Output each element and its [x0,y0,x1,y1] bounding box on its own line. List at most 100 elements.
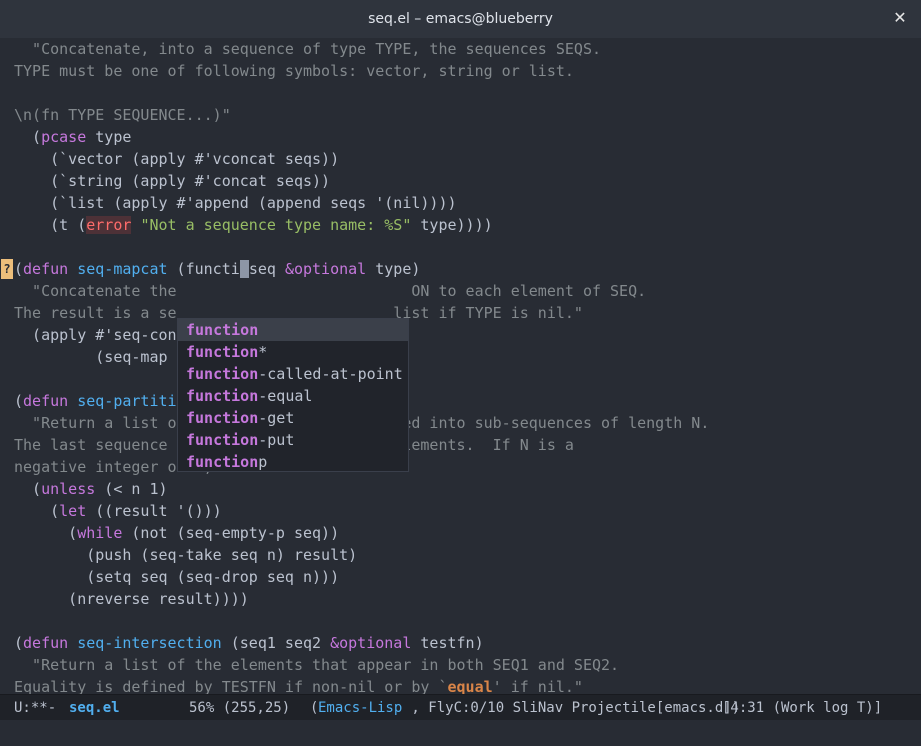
completion-item[interactable]: function-equal [178,385,408,407]
code-line: (defun seq-mapcat (functioseq &optional … [14,258,420,280]
code-line: (pcase type [14,126,131,148]
code-line: (let ((result '())) [14,500,222,522]
code-token: ( [14,524,78,542]
completion-item[interactable]: functionp [178,451,408,473]
code-token: (< n 1) [95,480,168,498]
code-token: (`vector (apply #'vconcat seqs)) [14,150,340,168]
completion-popup[interactable]: function function* function-called-at-poin… [177,318,409,472]
code-token: &optional [330,634,412,652]
code-line: TYPE must be one of following symbols: v… [14,60,574,82]
code-token: (setq seq (seq-drop seq n))) [14,568,340,586]
code-token: defun [23,260,69,278]
code-token: ( [14,128,42,146]
code-token: testfn) [411,634,484,652]
completion-match: function [186,321,259,339]
code-line: (seq-map [14,346,177,368]
code-token: type) [366,260,421,278]
code-token: ( [14,480,42,498]
code-token: seq-intersection [77,634,222,652]
completion-suffix: p [258,453,268,471]
completion-match: function [186,343,259,361]
code-token: ( [14,502,60,520]
code-token: seq-mapcat [77,260,168,278]
completion-match: function [186,431,259,449]
code-token: \n(fn TYPE SEQUENCE...)" [14,106,231,124]
minibuffer[interactable] [0,720,921,746]
completion-item[interactable]: function-called-at-point [178,363,408,385]
completion-item[interactable]: function-put [178,429,408,451]
completion-suffix: -called-at-point [258,365,403,383]
code-token: unless [41,480,96,498]
title-bar[interactable]: seq.el – emacs@blueberry ✕ [0,0,921,39]
code-line: (push (seq-take seq n) result) [14,544,357,566]
code-line: (while (not (seq-empty-p seq)) [14,522,339,544]
completion-item[interactable]: function-get [178,407,408,429]
modeline-minor-modes: , FlyC:0/10 SliNav Projectile[emacs.d]) [403,700,741,716]
modeline-state: U:**- [14,700,57,716]
completion-item[interactable]: function [178,319,408,341]
code-token: ' if nil." [492,678,583,694]
code-token: ((result '())) [86,502,222,520]
code-token: (`list (apply #'append (append seqs '(ni… [14,194,457,212]
completion-suffix: -get [258,409,295,427]
code-line: (defun seq-intersection (seq1 seq2 &opti… [14,632,484,654]
modeline-major-mode[interactable]: Emacs-Lisp [318,695,402,721]
code-line: (apply #'seq-con [14,324,177,346]
code-line: "Concatenate, into a sequence of type TY… [14,38,601,60]
code-token: ( [14,260,24,278]
code-token: &optional [284,260,367,278]
editor-buffer[interactable]: ? "Concatenate, into a sequence of type … [0,38,921,694]
code-token: "Not a sequence type name: %S" [140,216,412,234]
completion-item[interactable]: function* [178,341,408,363]
code-token: ( [14,392,24,410]
code-token: error [86,216,132,234]
code-token: (seq-map [14,348,177,366]
code-token: TYPE must be one of following symbols: v… [14,62,574,80]
code-token: pcase [41,128,87,146]
fringe-warning-icon: ? [1,259,13,279]
completion-match: function [186,387,259,405]
completion-suffix: * [258,343,268,361]
code-token: (seq1 seq2 [221,634,331,652]
code-line: (`string (apply #'concat seqs)) [14,170,330,192]
code-token: defun [23,634,69,652]
code-token: type [86,128,132,146]
mode-line: U:**- seq.el 56% (255,25) ( Emacs-Lisp ,… [0,694,921,721]
code-token: while [77,524,123,542]
code-line: "Return a list of the elements that appe… [14,654,619,676]
code-token: (not (seq-empty-p seq)) [122,524,340,542]
code-token: seq-partiti [77,392,177,410]
code-token: (functi [167,260,240,278]
completion-match: function [186,453,259,471]
close-icon[interactable]: ✕ [891,9,909,27]
code-token: ( [14,634,24,652]
code-line: \n(fn TYPE SEQUENCE...)" [14,104,231,126]
code-line: (nreverse result)))) [14,588,249,610]
code-token: seq [248,260,285,278]
code-token: (apply #'seq-con [14,326,177,344]
code-line: (`list (apply #'append (append seqs '(ni… [14,192,457,214]
code-token: let [59,502,87,520]
code-token: type)))) [411,216,493,234]
code-token: (t ( [14,216,87,234]
code-line: (setq seq (seq-drop seq n))) [14,566,339,588]
modeline-position: 56% (255,25) [189,700,291,716]
completion-match: function [186,409,259,427]
code-token: defun [23,392,69,410]
code-token: "Concatenate the ON to each element of S… [14,282,647,300]
modeline-extra: [4:31 (Work log T)] [722,700,883,716]
code-line: Equality is defined by TESTFN if non-nil… [14,676,583,694]
completion-suffix: -put [258,431,295,449]
modeline-buffer-name[interactable]: seq.el [69,695,120,721]
code-line: (defun seq-partiti [14,390,177,412]
completion-suffix: -equal [258,387,313,405]
code-token: Equality is defined by TESTFN if non-nil… [14,678,448,694]
code-line: (`vector (apply #'vconcat seqs)) [14,148,339,170]
code-line: (unless (< n 1) [14,478,168,500]
code-line: "Concatenate the ON to each element of S… [14,280,646,302]
code-token: (push (seq-take seq n) result) [14,546,358,564]
code-token: (`string (apply #'concat seqs)) [14,172,331,190]
